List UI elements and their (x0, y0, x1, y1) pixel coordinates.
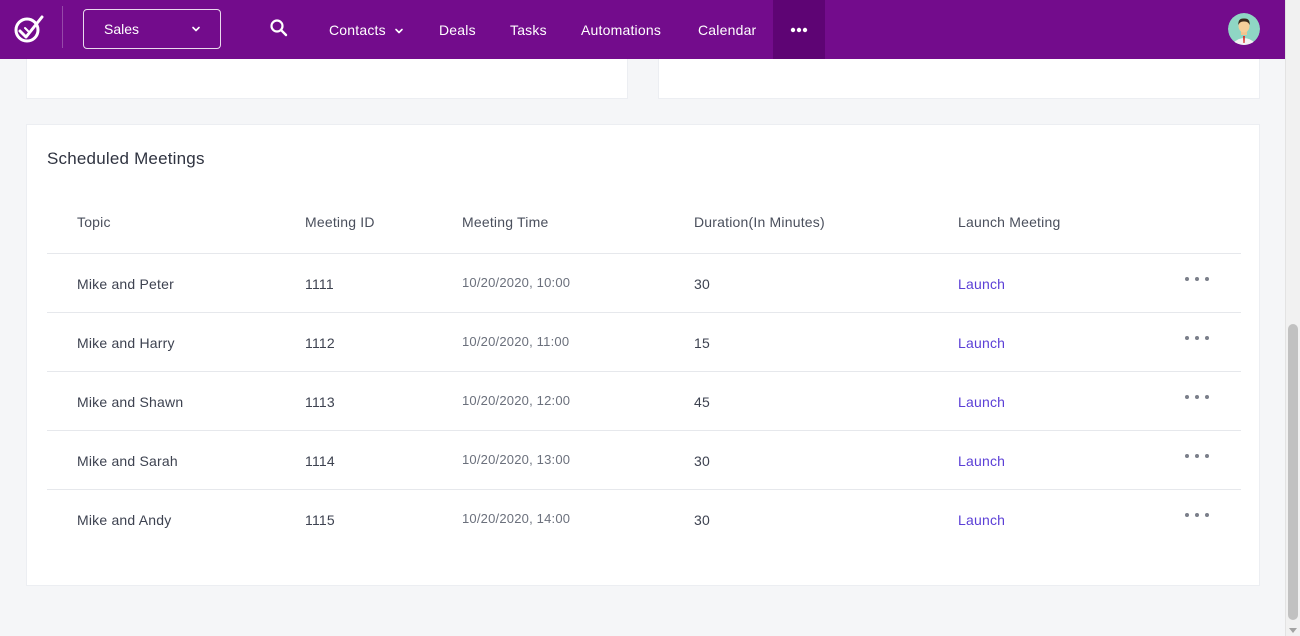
nav-contacts[interactable]: Contacts (329, 0, 404, 59)
more-horizontal-icon[interactable] (1185, 390, 1209, 404)
page-scrollbar[interactable] (1285, 0, 1300, 636)
dashboard-card-left (26, 59, 628, 99)
dashboard-card-right (658, 59, 1260, 99)
top-nav-bar: Sales Contacts Deals Tasks Automations C… (0, 0, 1285, 59)
cell-meeting-time: 10/20/2020, 11:00 (462, 334, 570, 349)
cell-topic: Mike and Shawn (77, 394, 184, 410)
cell-meeting-time: 10/20/2020, 13:00 (462, 452, 571, 467)
table-row: Mike and Sarah 1114 10/20/2020, 13:00 30… (47, 431, 1241, 490)
more-horizontal-icon[interactable] (1185, 272, 1209, 286)
app-logo-icon[interactable] (12, 11, 46, 45)
scrollbar-thumb[interactable] (1288, 324, 1298, 620)
cell-meeting-time: 10/20/2020, 10:00 (462, 275, 571, 290)
pipeline-select[interactable]: Sales (83, 9, 221, 49)
cell-topic: Mike and Harry (77, 335, 175, 351)
table-row: Mike and Shawn 1113 10/20/2020, 12:00 45… (47, 372, 1241, 431)
meetings-table: Topic Meeting ID Meeting Time Duration(I… (47, 191, 1241, 549)
search-icon[interactable] (269, 18, 289, 38)
launch-link[interactable]: Launch (958, 276, 1005, 292)
cell-meeting-id: 1115 (305, 512, 335, 528)
pipeline-select-value: Sales (104, 21, 140, 37)
column-header-launch: Launch Meeting (958, 214, 1061, 230)
user-avatar-icon[interactable] (1228, 13, 1260, 45)
nav-more-button[interactable] (773, 0, 825, 59)
column-header-meeting-id: Meeting ID (305, 214, 375, 230)
chevron-down-icon (192, 26, 200, 32)
launch-link[interactable]: Launch (958, 335, 1005, 351)
cell-duration: 30 (694, 276, 710, 292)
card-title: Scheduled Meetings (47, 149, 205, 168)
nav-automations[interactable]: Automations (581, 0, 661, 59)
scroll-down-arrow-icon[interactable] (1289, 628, 1297, 633)
more-horizontal-icon (790, 27, 808, 32)
launch-link[interactable]: Launch (958, 453, 1005, 469)
cell-topic: Mike and Andy (77, 512, 172, 528)
nav-deals[interactable]: Deals (439, 0, 476, 59)
table-row: Mike and Harry 1112 10/20/2020, 11:00 15… (47, 313, 1241, 372)
column-header-topic: Topic (77, 214, 111, 230)
cell-topic: Mike and Peter (77, 276, 174, 292)
nav-tasks-label: Tasks (510, 21, 547, 38)
more-horizontal-icon[interactable] (1185, 508, 1209, 522)
nav-tasks[interactable]: Tasks (510, 0, 547, 59)
more-horizontal-icon[interactable] (1185, 331, 1209, 345)
chevron-down-icon (395, 28, 403, 34)
column-header-duration: Duration(In Minutes) (694, 214, 825, 230)
table-row: Mike and Andy 1115 10/20/2020, 14:00 30 … (47, 490, 1241, 549)
cell-duration: 45 (694, 394, 710, 410)
cell-duration: 15 (694, 335, 710, 351)
cell-meeting-time: 10/20/2020, 12:00 (462, 393, 571, 408)
cell-meeting-time: 10/20/2020, 14:00 (462, 511, 571, 526)
column-header-meeting-time: Meeting Time (462, 214, 549, 230)
nav-deals-label: Deals (439, 21, 476, 38)
scheduled-meetings-card: Scheduled Meetings Topic Meeting ID Meet… (26, 124, 1260, 586)
cell-meeting-id: 1112 (305, 335, 335, 351)
more-horizontal-icon[interactable] (1185, 449, 1209, 463)
table-row: Mike and Peter 1111 10/20/2020, 10:00 30… (47, 254, 1241, 313)
nav-calendar[interactable]: Calendar (698, 0, 756, 59)
launch-link[interactable]: Launch (958, 394, 1005, 410)
nav-automations-label: Automations (581, 21, 662, 38)
cell-duration: 30 (694, 453, 710, 469)
cell-meeting-id: 1111 (305, 276, 334, 292)
logo-divider (62, 6, 63, 48)
launch-link[interactable]: Launch (958, 512, 1005, 528)
cell-meeting-id: 1113 (305, 394, 335, 410)
nav-contacts-label: Contacts (329, 21, 386, 38)
cell-meeting-id: 1114 (305, 453, 335, 469)
cell-duration: 30 (694, 512, 710, 528)
nav-calendar-label: Calendar (698, 21, 757, 38)
table-header: Topic Meeting ID Meeting Time Duration(I… (47, 191, 1241, 254)
cell-topic: Mike and Sarah (77, 453, 178, 469)
